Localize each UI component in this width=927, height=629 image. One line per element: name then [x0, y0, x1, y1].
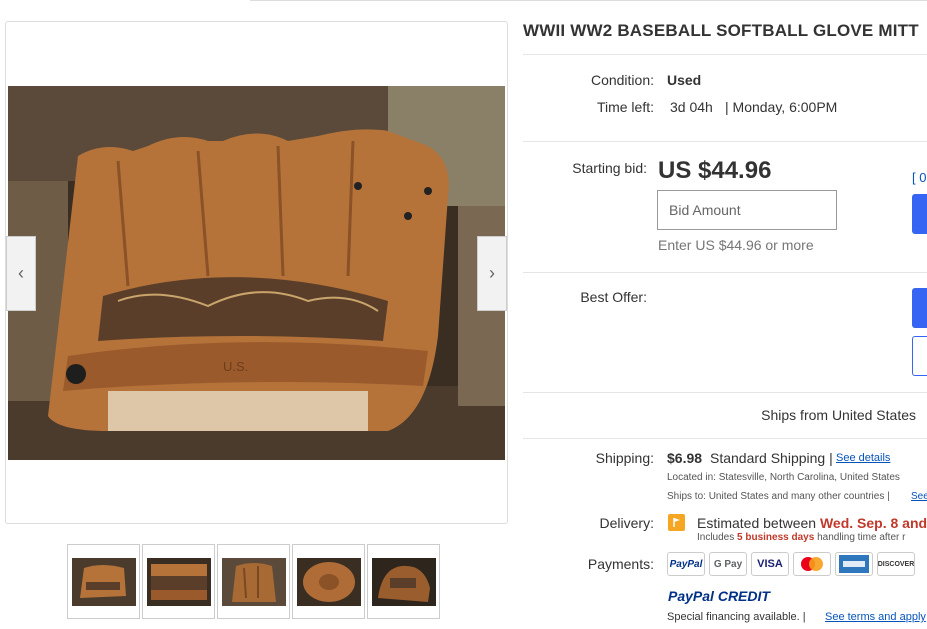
- title-divider: [523, 54, 927, 55]
- paypal-logo-icon: PayPal: [667, 552, 705, 576]
- next-image-button[interactable]: ›: [477, 236, 507, 311]
- place-bid-button[interactable]: [912, 194, 927, 234]
- shipping-label: Shipping:: [595, 450, 654, 466]
- section-divider: [523, 141, 927, 142]
- bid-amount-input[interactable]: [657, 190, 837, 230]
- chevron-left-icon: ‹: [18, 263, 24, 283]
- delivery-estimate: Estimated between Wed. Sep. 8 and: [697, 515, 927, 531]
- add-to-watchlist-button[interactable]: [912, 336, 927, 376]
- handling-prefix: Includes: [697, 532, 735, 543]
- condition-value: Used: [667, 72, 702, 88]
- shipping-method: Standard Shipping |: [710, 450, 833, 466]
- thumbnail-4[interactable]: [292, 544, 365, 619]
- financing-text: Special financing available. |: [667, 611, 806, 623]
- ships-to-text: Ships to: United States and many other c…: [667, 491, 890, 502]
- thumbnail-1[interactable]: [67, 544, 140, 619]
- delivery-label: Delivery:: [599, 515, 654, 531]
- main-product-photo[interactable]: U.S.: [8, 86, 505, 460]
- condition-label: Condition:: [590, 72, 654, 88]
- thumbnail-3[interactable]: [217, 544, 290, 619]
- header-divider: [250, 0, 927, 1]
- listing-title: WWII WW2 BASEBALL SOFTBALL GLOVE MITT: [523, 21, 919, 40]
- paypal-credit-credit: CREDIT: [717, 588, 770, 604]
- ships-from-text: Ships from United States: [761, 407, 916, 423]
- photo-stamp-text: U.S.: [223, 359, 248, 374]
- thumbnail-2[interactable]: [142, 544, 215, 619]
- thumbnail-5[interactable]: [367, 544, 440, 619]
- located-in-text: Located in: Statesville, North Carolina,…: [667, 472, 900, 483]
- shipping-cost: $6.98: [667, 450, 703, 466]
- handling-time-text: Includes 5 business days handling time a…: [697, 532, 905, 543]
- paypal-credit-paypal: PayPal: [668, 588, 714, 604]
- time-left-value: 3d 04h: [670, 99, 713, 115]
- delivery-estimate-date: Wed. Sep. 8 and: [819, 515, 927, 531]
- auction-end-time: | Monday, 6:00PM: [725, 99, 838, 115]
- starting-bid-price: US $44.96: [658, 157, 772, 184]
- financing-terms-link[interactable]: See terms and apply: [825, 611, 926, 623]
- payment-logos: PayPal G Pay VISA DISCOVER: [667, 552, 915, 576]
- delivery-flag-icon: [668, 514, 685, 531]
- section-divider: [523, 392, 927, 393]
- section-divider: [523, 438, 927, 439]
- visa-logo-icon: VISA: [751, 552, 789, 576]
- bid-hint: Enter US $44.96 or more: [658, 237, 814, 253]
- discover-logo-icon: DISCOVER: [877, 552, 915, 576]
- chevron-right-icon: ›: [489, 263, 495, 283]
- previous-image-button[interactable]: ‹: [6, 236, 36, 311]
- delivery-estimate-prefix: Estimated between: [697, 515, 817, 531]
- section-divider: [523, 272, 927, 273]
- image-gallery: U.S. ‹ ›: [5, 21, 508, 524]
- google-pay-logo-icon: G Pay: [709, 552, 747, 576]
- bid-count-link[interactable]: [ 0: [912, 170, 926, 185]
- make-offer-button[interactable]: [912, 288, 927, 328]
- ships-to-see-link[interactable]: See: [911, 491, 927, 502]
- handling-suffix: handling time after r: [817, 532, 906, 543]
- paypal-credit-logo: PayPal CREDIT: [668, 588, 770, 604]
- see-details-link[interactable]: See details: [836, 452, 890, 464]
- payments-label: Payments:: [587, 556, 654, 572]
- time-left-label: Time left:: [596, 99, 654, 115]
- thumbnail-strip: [67, 544, 440, 619]
- mastercard-logo-icon: [793, 552, 831, 576]
- starting-bid-label: Starting bid:: [572, 160, 647, 176]
- handling-days: 5 business days: [737, 532, 815, 543]
- best-offer-label: Best Offer:: [580, 289, 647, 305]
- amex-logo-icon: [835, 552, 873, 576]
